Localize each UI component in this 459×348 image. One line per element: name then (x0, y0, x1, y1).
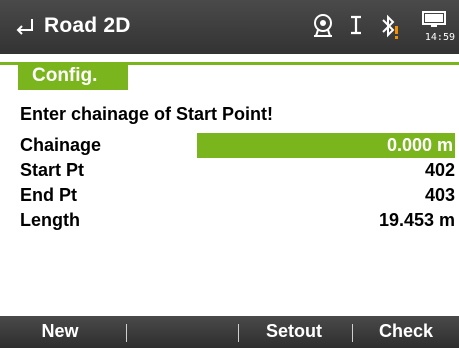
setout-button[interactable]: Setout (239, 316, 349, 348)
screen: Road 2D 14:59 Config. Enter chainage of … (0, 0, 459, 348)
title-bar: Road 2D 14:59 (0, 0, 459, 54)
field-value[interactable]: 0.000 m (387, 135, 453, 156)
total-station-icon (314, 14, 332, 37)
field-value: 402 (424, 160, 455, 180)
chainage-input[interactable]: 0.000 m (197, 133, 455, 158)
softkey-bar: New Setout Check (0, 316, 459, 348)
instruction-message: Enter chainage of Start Point! (20, 104, 274, 124)
battery-icon (422, 11, 446, 27)
check-button[interactable]: Check (353, 316, 459, 348)
field-end-pt: End Pt 403 (20, 184, 455, 208)
tab-config[interactable]: Config. (18, 62, 128, 90)
window-title: Road 2D (44, 14, 131, 37)
prism-icon (351, 15, 361, 35)
field-label: Length (20, 210, 80, 230)
back-arrow-icon[interactable] (14, 16, 36, 36)
field-label: End Pt (20, 185, 77, 205)
clock: 14:59 (424, 32, 455, 43)
field-start-pt: Start Pt 402 (20, 159, 455, 183)
tab-row: Config. (0, 54, 459, 90)
field-chainage[interactable]: Chainage 0.000 m (20, 133, 455, 158)
field-value: 403 (424, 185, 455, 205)
status-icons: 14:59 (299, 10, 459, 44)
title-area: Road 2D (14, 14, 131, 38)
field-length: Length 19.453 m (20, 209, 455, 233)
field-label: Start Pt (20, 160, 85, 180)
field-label: Chainage (20, 135, 102, 155)
field-value: 19.453 m (378, 210, 455, 230)
bluetooth-warning-icon (382, 14, 398, 39)
new-button[interactable]: New (0, 316, 120, 348)
softkey-2-button[interactable] (127, 316, 237, 348)
